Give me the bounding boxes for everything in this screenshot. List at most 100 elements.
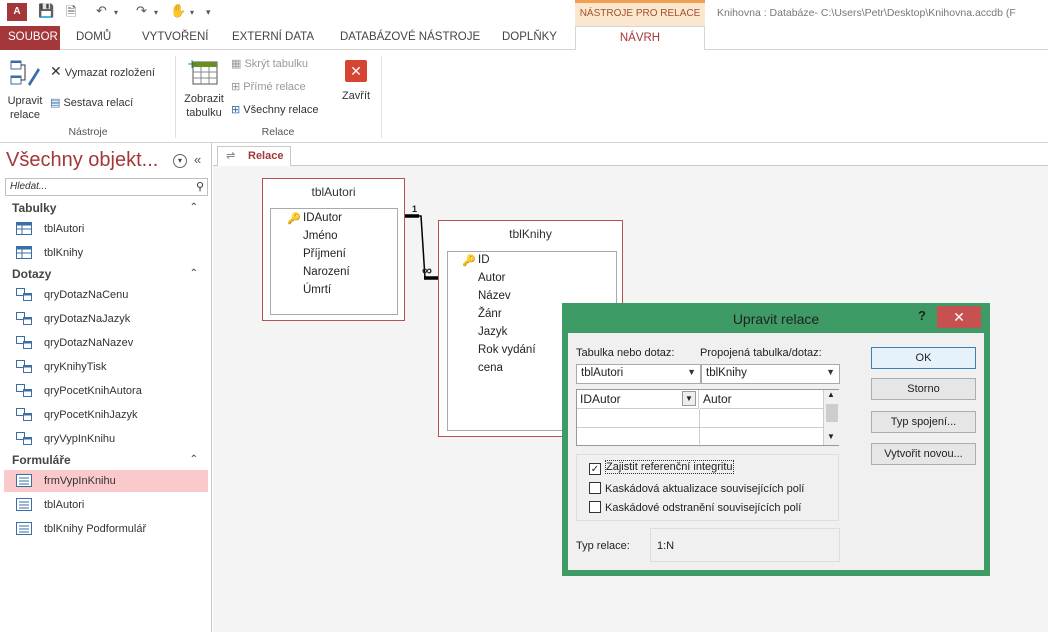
table-field[interactable]: Příjmení: [303, 248, 346, 260]
nav-item-table[interactable]: tblKnihy: [4, 242, 208, 264]
nav-menu-dropdown-icon[interactable]: ▾: [173, 154, 187, 168]
table-field-list[interactable]: 🔑 IDAutor Jméno Příjmení Narození Úmrtí: [270, 208, 398, 315]
direct-relations-button[interactable]: ⊞ Přímé relace: [231, 78, 306, 98]
collapse-pane-icon[interactable]: «: [194, 152, 201, 167]
ribbon: Upravit relace ✕ Vymazat rozložení ▤ Ses…: [0, 50, 1048, 143]
redo-dropdown-icon[interactable]: ▾: [154, 8, 158, 17]
collapse-chevron-icon[interactable]: ⌃: [190, 265, 198, 283]
table-field[interactable]: Rok vydání: [478, 344, 536, 356]
undo-dropdown-icon[interactable]: ▾: [114, 8, 118, 17]
checkbox-checked-icon[interactable]: ✓: [589, 463, 601, 475]
chevron-down-icon[interactable]: ▼: [826, 367, 835, 377]
table-field[interactable]: Narození: [303, 266, 350, 278]
nav-item-query[interactable]: qryDotazNaNazev: [4, 332, 208, 354]
chevron-down-icon[interactable]: ▼: [682, 391, 696, 406]
tab-domu[interactable]: DOMŮ: [68, 26, 119, 50]
help-icon[interactable]: ?: [918, 308, 926, 323]
nav-item-form[interactable]: tblAutori: [4, 494, 208, 516]
search-icon[interactable]: ⚲: [196, 180, 204, 193]
dialog-close-button[interactable]: ✕: [937, 306, 981, 328]
table-field[interactable]: cena: [478, 362, 503, 374]
nav-category-queries[interactable]: Dotazy ⌃: [4, 265, 208, 283]
customize-toolbar-icon[interactable]: ▾: [206, 7, 211, 18]
redo-icon[interactable]: ↷: [136, 3, 147, 19]
table-field[interactable]: Jazyk: [478, 326, 507, 338]
nav-item-query[interactable]: qryDotazNaJazyk: [4, 308, 208, 330]
enforce-integrity-checkbox[interactable]: ✓ Zajistit referenční integritu: [589, 460, 734, 475]
collapse-chevron-icon[interactable]: ⌃: [190, 451, 198, 469]
edit-relations-button[interactable]: Upravit relace: [4, 58, 46, 122]
related-table-select[interactable]: tblKnihy ▼: [701, 364, 840, 384]
cascade-update-checkbox[interactable]: Kaskádová aktualizace souvisejících polí: [589, 482, 804, 495]
table-or-query-select[interactable]: tblAutori ▼: [576, 364, 701, 384]
cancel-button[interactable]: Storno: [871, 378, 976, 400]
nav-item-table[interactable]: tblAutori: [4, 218, 208, 240]
relation-type-label: Typ relace:: [576, 540, 630, 552]
touch-mode-icon[interactable]: ✋: [170, 3, 186, 19]
document-tab-relace[interactable]: ⇌ Relace: [217, 146, 291, 167]
table-field[interactable]: Jméno: [303, 230, 338, 242]
dialog-body: Tabulka nebo dotaz: Propojená tabulka/do…: [568, 333, 984, 570]
nav-item-query[interactable]: qryDotazNaCenu: [4, 284, 208, 306]
nav-item-query[interactable]: qryPocetKnihAutora: [4, 380, 208, 402]
table-box-title: tblAutori: [311, 185, 356, 199]
ok-button[interactable]: OK: [871, 347, 976, 369]
grid-left-field-cell[interactable]: IDAutor ▼: [577, 390, 699, 409]
create-new-button[interactable]: Vytvořit novou...: [871, 443, 976, 465]
collapse-chevron-icon[interactable]: ⌃: [190, 199, 198, 217]
table-box-tblautori[interactable]: tblAutori 🔑 IDAutor Jméno Příjmení Naroz…: [262, 178, 405, 321]
table-field[interactable]: Autor: [478, 272, 506, 284]
table-field[interactable]: ID: [478, 254, 490, 266]
table-field[interactable]: Žánr: [478, 308, 502, 320]
nav-item-label: qryDotazNaCenu: [44, 289, 129, 301]
tab-databazove-nastroje[interactable]: DATABÁZOVÉ NÁSTROJE: [332, 26, 488, 50]
cascade-delete-label: Kaskádové odstranění souvisejících polí: [605, 502, 802, 514]
cascade-delete-checkbox[interactable]: Kaskádové odstranění souvisejících polí: [589, 501, 801, 514]
join-type-button[interactable]: Typ spojení...: [871, 411, 976, 433]
grid-scrollbar[interactable]: ▲ ▼: [823, 390, 839, 445]
field-mapping-grid[interactable]: IDAutor ▼ Autor ▲ ▼: [576, 389, 839, 447]
grid-empty-row[interactable]: [577, 409, 823, 428]
show-table-icon: +: [187, 57, 218, 85]
undo-icon[interactable]: ↶: [96, 3, 107, 19]
checkbox-icon[interactable]: [589, 482, 601, 494]
table-field[interactable]: IDAutor: [303, 212, 342, 224]
query-icon: [16, 336, 32, 349]
nav-pane-title[interactable]: Všechny objekt...: [6, 149, 158, 172]
grid-right-field-value: Autor: [703, 392, 732, 406]
tab-navrh[interactable]: NÁVRH: [575, 26, 705, 51]
chevron-down-icon[interactable]: ▼: [687, 367, 696, 377]
tab-doplnky[interactable]: DOPLŇKY: [494, 26, 565, 50]
touch-dropdown-icon[interactable]: ▾: [190, 8, 194, 17]
save-as-icon[interactable]: 🗎: [66, 3, 76, 25]
show-table-button[interactable]: + Zobrazit tabulku: [180, 57, 228, 120]
hide-table-label: Skrýt tabulku: [244, 58, 309, 70]
nav-item-form[interactable]: frmVypInKnihu: [4, 470, 208, 492]
nav-item-query[interactable]: qryVypInKnihu: [4, 428, 208, 450]
grid-right-field-cell[interactable]: Autor: [700, 390, 823, 409]
save-icon[interactable]: 💾: [38, 3, 54, 19]
tab-soubor[interactable]: SOUBOR: [0, 26, 60, 50]
related-table-label: Propojená tabulka/dotaz:: [700, 347, 822, 359]
relation-report-button[interactable]: ▤ Sestava relací: [50, 94, 133, 114]
checkbox-icon[interactable]: [589, 501, 601, 513]
hide-table-button[interactable]: ▦ Skrýt tabulku: [231, 55, 308, 75]
scroll-thumb[interactable]: [826, 404, 838, 422]
nav-search-input[interactable]: Hledat... ⚲: [5, 178, 208, 196]
table-field[interactable]: Název: [478, 290, 511, 302]
clear-layout-button[interactable]: ✕ Vymazat rozložení: [50, 62, 155, 82]
nav-item-query[interactable]: qryPocetKnihJazyk: [4, 404, 208, 426]
nav-category-tables[interactable]: Tabulky ⌃: [4, 199, 208, 217]
table-field[interactable]: Úmrtí: [303, 284, 331, 296]
tab-vytvoreni[interactable]: VYTVOŘENÍ: [134, 26, 216, 50]
scroll-up-icon[interactable]: ▲: [827, 390, 835, 399]
nav-category-forms[interactable]: Formuláře ⌃: [4, 451, 208, 469]
nav-item-form[interactable]: tblKnihy Podformulář: [4, 518, 208, 540]
all-relations-button[interactable]: ⊞ Všechny relace: [231, 101, 319, 121]
nav-category-label: Formuláře: [12, 453, 71, 467]
access-app-icon[interactable]: A: [7, 3, 27, 21]
close-relations-button[interactable]: ✕ Zavřít: [338, 60, 374, 103]
scroll-down-icon[interactable]: ▼: [827, 432, 835, 441]
nav-item-query[interactable]: qryKnihyTisk: [4, 356, 208, 378]
tab-externi-data[interactable]: EXTERNÍ DATA: [224, 26, 322, 50]
